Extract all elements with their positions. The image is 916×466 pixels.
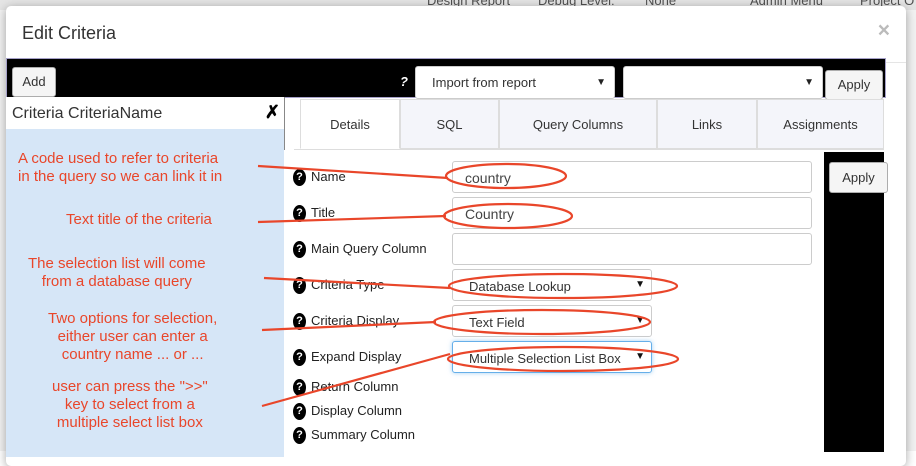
delete-criteria-icon[interactable]: ✗ — [265, 102, 280, 123]
toolbar-help-icon[interactable]: ? — [400, 74, 408, 89]
expand-display-value: Multiple Selection List Box — [469, 351, 621, 366]
annotation-expand-note: user can press the ">>" key to select fr… — [52, 378, 208, 431]
tab-assignments[interactable]: Assignments — [757, 99, 884, 149]
criteria-item-label: Criteria CriteriaName — [12, 105, 163, 122]
expand-display-label: Expand Display — [311, 349, 402, 364]
help-icon[interactable]: ? — [293, 403, 306, 420]
criteria-display-value: Text Field — [469, 315, 525, 330]
form-side-bar — [824, 152, 884, 452]
import-from-report-select[interactable]: Import from report ▼ — [415, 66, 615, 99]
help-icon[interactable]: ? — [293, 277, 306, 294]
annotation-display-note: Two options for selection, either user c… — [48, 310, 218, 363]
chevron-down-icon: ▼ — [635, 279, 645, 290]
criteria-toolbar: Add ? Import from report ▼ ▼ Apply — [6, 58, 886, 100]
chevron-down-icon: ▼ — [635, 351, 645, 362]
criteria-display-select[interactable]: Text Field ▼ — [452, 305, 652, 337]
modal-header: Edit Criteria × — [6, 6, 906, 63]
modal-title: Edit Criteria — [22, 23, 117, 43]
display-column-label: Display Column — [311, 403, 403, 418]
help-icon[interactable]: ? — [293, 379, 306, 396]
report-select[interactable]: ▼ — [623, 66, 823, 99]
main-query-column-input[interactable] — [452, 233, 812, 265]
chevron-down-icon: ▼ — [596, 77, 606, 88]
form-apply-button[interactable]: Apply — [829, 162, 888, 193]
help-icon[interactable]: ? — [293, 427, 306, 444]
summary-column-label: Summary Column — [311, 427, 416, 442]
name-label: Name — [311, 169, 346, 184]
title-input[interactable]: Country — [452, 197, 812, 229]
chevron-down-icon: ▼ — [635, 315, 645, 326]
criteria-list-item[interactable]: Criteria CriteriaName ✗ — [6, 97, 284, 129]
annotation-type-note: The selection list will come from a data… — [28, 255, 206, 290]
help-icon[interactable]: ? — [293, 241, 306, 258]
criteria-type-value: Database Lookup — [469, 279, 571, 294]
close-icon[interactable]: × — [878, 19, 890, 43]
criteria-tabs: Details SQL Query Columns Links Assignme… — [294, 99, 884, 150]
help-icon[interactable]: ? — [293, 349, 306, 366]
name-input[interactable]: country — [452, 161, 812, 193]
main-query-column-label: Main Query Column — [311, 241, 427, 256]
title-label: Title — [311, 205, 336, 220]
tab-details[interactable]: Details — [300, 99, 400, 149]
chevron-down-icon: ▼ — [804, 77, 814, 88]
criteria-display-label: Criteria Display — [311, 313, 400, 328]
expand-display-select[interactable]: Multiple Selection List Box ▼ — [452, 341, 652, 373]
add-button[interactable]: Add — [12, 67, 56, 97]
return-column-label: Return Column — [311, 379, 399, 394]
tab-links[interactable]: Links — [657, 99, 757, 149]
help-icon[interactable]: ? — [293, 205, 306, 222]
criteria-type-select[interactable]: Database Lookup ▼ — [452, 269, 652, 301]
toolbar-apply-button[interactable]: Apply — [825, 70, 883, 100]
help-icon[interactable]: ? — [293, 169, 306, 186]
import-select-value: Import from report — [432, 75, 537, 90]
annotation-title-note: Text title of the criteria — [66, 211, 212, 228]
help-icon[interactable]: ? — [293, 313, 306, 330]
annotation-name-note: A code used to refer to criteria in the … — [18, 150, 223, 185]
tab-sql[interactable]: SQL — [400, 99, 499, 149]
criteria-type-label: Criteria Type — [311, 277, 385, 292]
tab-query-columns[interactable]: Query Columns — [499, 99, 657, 149]
